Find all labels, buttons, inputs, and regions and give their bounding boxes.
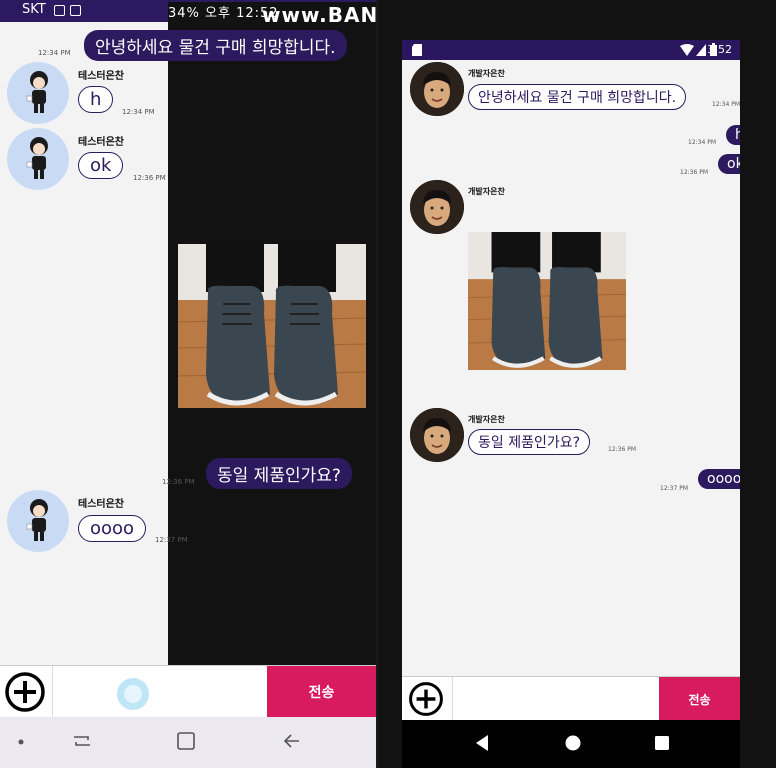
add-attachment-icon[interactable] xyxy=(4,671,46,713)
message-bubble-received[interactable]: oooo xyxy=(78,515,147,542)
status-time: 3:52 xyxy=(707,43,732,56)
left-phone-chat: SKT 34% 오후 12:52 www.BANDICAM.com 12:34 … xyxy=(0,0,376,768)
character-avatar-icon xyxy=(26,71,48,113)
character-avatar-icon xyxy=(26,499,48,541)
profile-photo-icon xyxy=(410,180,464,234)
notification-icon xyxy=(54,5,65,16)
sender-name: 개발자은찬 xyxy=(468,415,505,424)
avatar[interactable] xyxy=(410,180,464,234)
message-bubble-sent[interactable]: h xyxy=(726,125,740,145)
home-icon[interactable] xyxy=(176,731,196,751)
message-bubble-received[interactable]: 동일 제품인가요? xyxy=(468,429,591,455)
sender-name: 테스터은찬 xyxy=(78,499,124,510)
touch-indicator-icon xyxy=(117,678,149,710)
send-button[interactable]: 전송 xyxy=(659,677,740,720)
character-avatar-icon xyxy=(26,137,48,179)
dot-icon[interactable] xyxy=(18,739,24,745)
chat-screen: 3:52 개발자은찬 안녕하세요 물건 구매 희망합니다. 12:34 PM 1… xyxy=(402,40,740,720)
recent-apps-icon[interactable] xyxy=(72,731,92,751)
sender-name: 개발자은찬 xyxy=(468,69,505,78)
message-time: 12:36 PM xyxy=(608,446,636,453)
message-time: 12:34 PM xyxy=(688,139,716,146)
message-bubble-received[interactable]: ok xyxy=(78,152,124,179)
status-bar: 3:52 xyxy=(402,40,740,60)
message-bubble-sent[interactable]: oooo xyxy=(698,469,740,489)
profile-photo-icon xyxy=(410,62,464,116)
wifi-icon xyxy=(680,44,694,56)
avatar[interactable] xyxy=(410,408,464,462)
message-time: 12:37 PM xyxy=(155,536,188,544)
back-icon[interactable] xyxy=(474,734,490,752)
sneakers-photo[interactable] xyxy=(178,244,366,408)
avatar[interactable] xyxy=(7,490,69,552)
send-button[interactable]: 전송 xyxy=(267,666,376,718)
profile-photo-icon xyxy=(410,408,464,462)
message-time: 12:36 PM xyxy=(680,169,708,176)
message-input[interactable] xyxy=(52,666,267,718)
message-time: 12:36 PM xyxy=(133,174,166,182)
navigation-bar xyxy=(0,717,376,768)
navigation-bar xyxy=(402,720,740,768)
message-time: 12:37 PM xyxy=(660,485,688,492)
message-input[interactable] xyxy=(452,677,658,720)
app-icon xyxy=(70,5,81,16)
message-time: 12:34 PM xyxy=(712,101,740,108)
message-bubble-sent[interactable]: 안녕하세요 물건 구매 희망합니다. xyxy=(84,30,347,61)
avatar[interactable] xyxy=(7,128,69,190)
sd-card-icon xyxy=(412,44,422,56)
sender-name: 테스터은찬 xyxy=(78,71,124,82)
message-input-bar: 전송 xyxy=(0,665,376,718)
recent-apps-icon[interactable] xyxy=(654,735,670,751)
right-phone-chat: 3:52 개발자은찬 안녕하세요 물건 구매 희망합니다. 12:34 PM 1… xyxy=(378,0,776,768)
back-icon[interactable] xyxy=(282,731,302,751)
signal-icon xyxy=(696,44,706,56)
message-time: 12:34 PM xyxy=(38,49,71,57)
sender-name: 개발자은찬 xyxy=(468,187,505,196)
message-bubble-received[interactable]: 안녕하세요 물건 구매 희망합니다. xyxy=(468,84,687,110)
message-bubble-sent[interactable]: ok xyxy=(718,154,740,174)
message-bubble-received[interactable]: h xyxy=(78,86,114,113)
message-bubble-sent[interactable]: 동일 제품인가요? xyxy=(206,458,352,489)
message-time: 12:34 PM xyxy=(122,108,155,116)
add-attachment-icon[interactable] xyxy=(408,681,444,717)
message-time: 12:36 PM xyxy=(162,478,195,486)
avatar[interactable] xyxy=(410,62,464,116)
watermark: www.BANDICAM.com xyxy=(262,3,376,27)
home-icon[interactable] xyxy=(564,734,582,752)
sneakers-photo[interactable] xyxy=(468,232,626,370)
carrier-label: SKT xyxy=(22,2,46,17)
avatar[interactable] xyxy=(7,62,69,124)
sender-name: 테스터은찬 xyxy=(78,137,124,148)
screen-recording: SKT 34% 오후 12:52 www.BANDICAM.com 12:34 … xyxy=(0,0,776,768)
message-input-bar: 전송 xyxy=(402,676,740,720)
